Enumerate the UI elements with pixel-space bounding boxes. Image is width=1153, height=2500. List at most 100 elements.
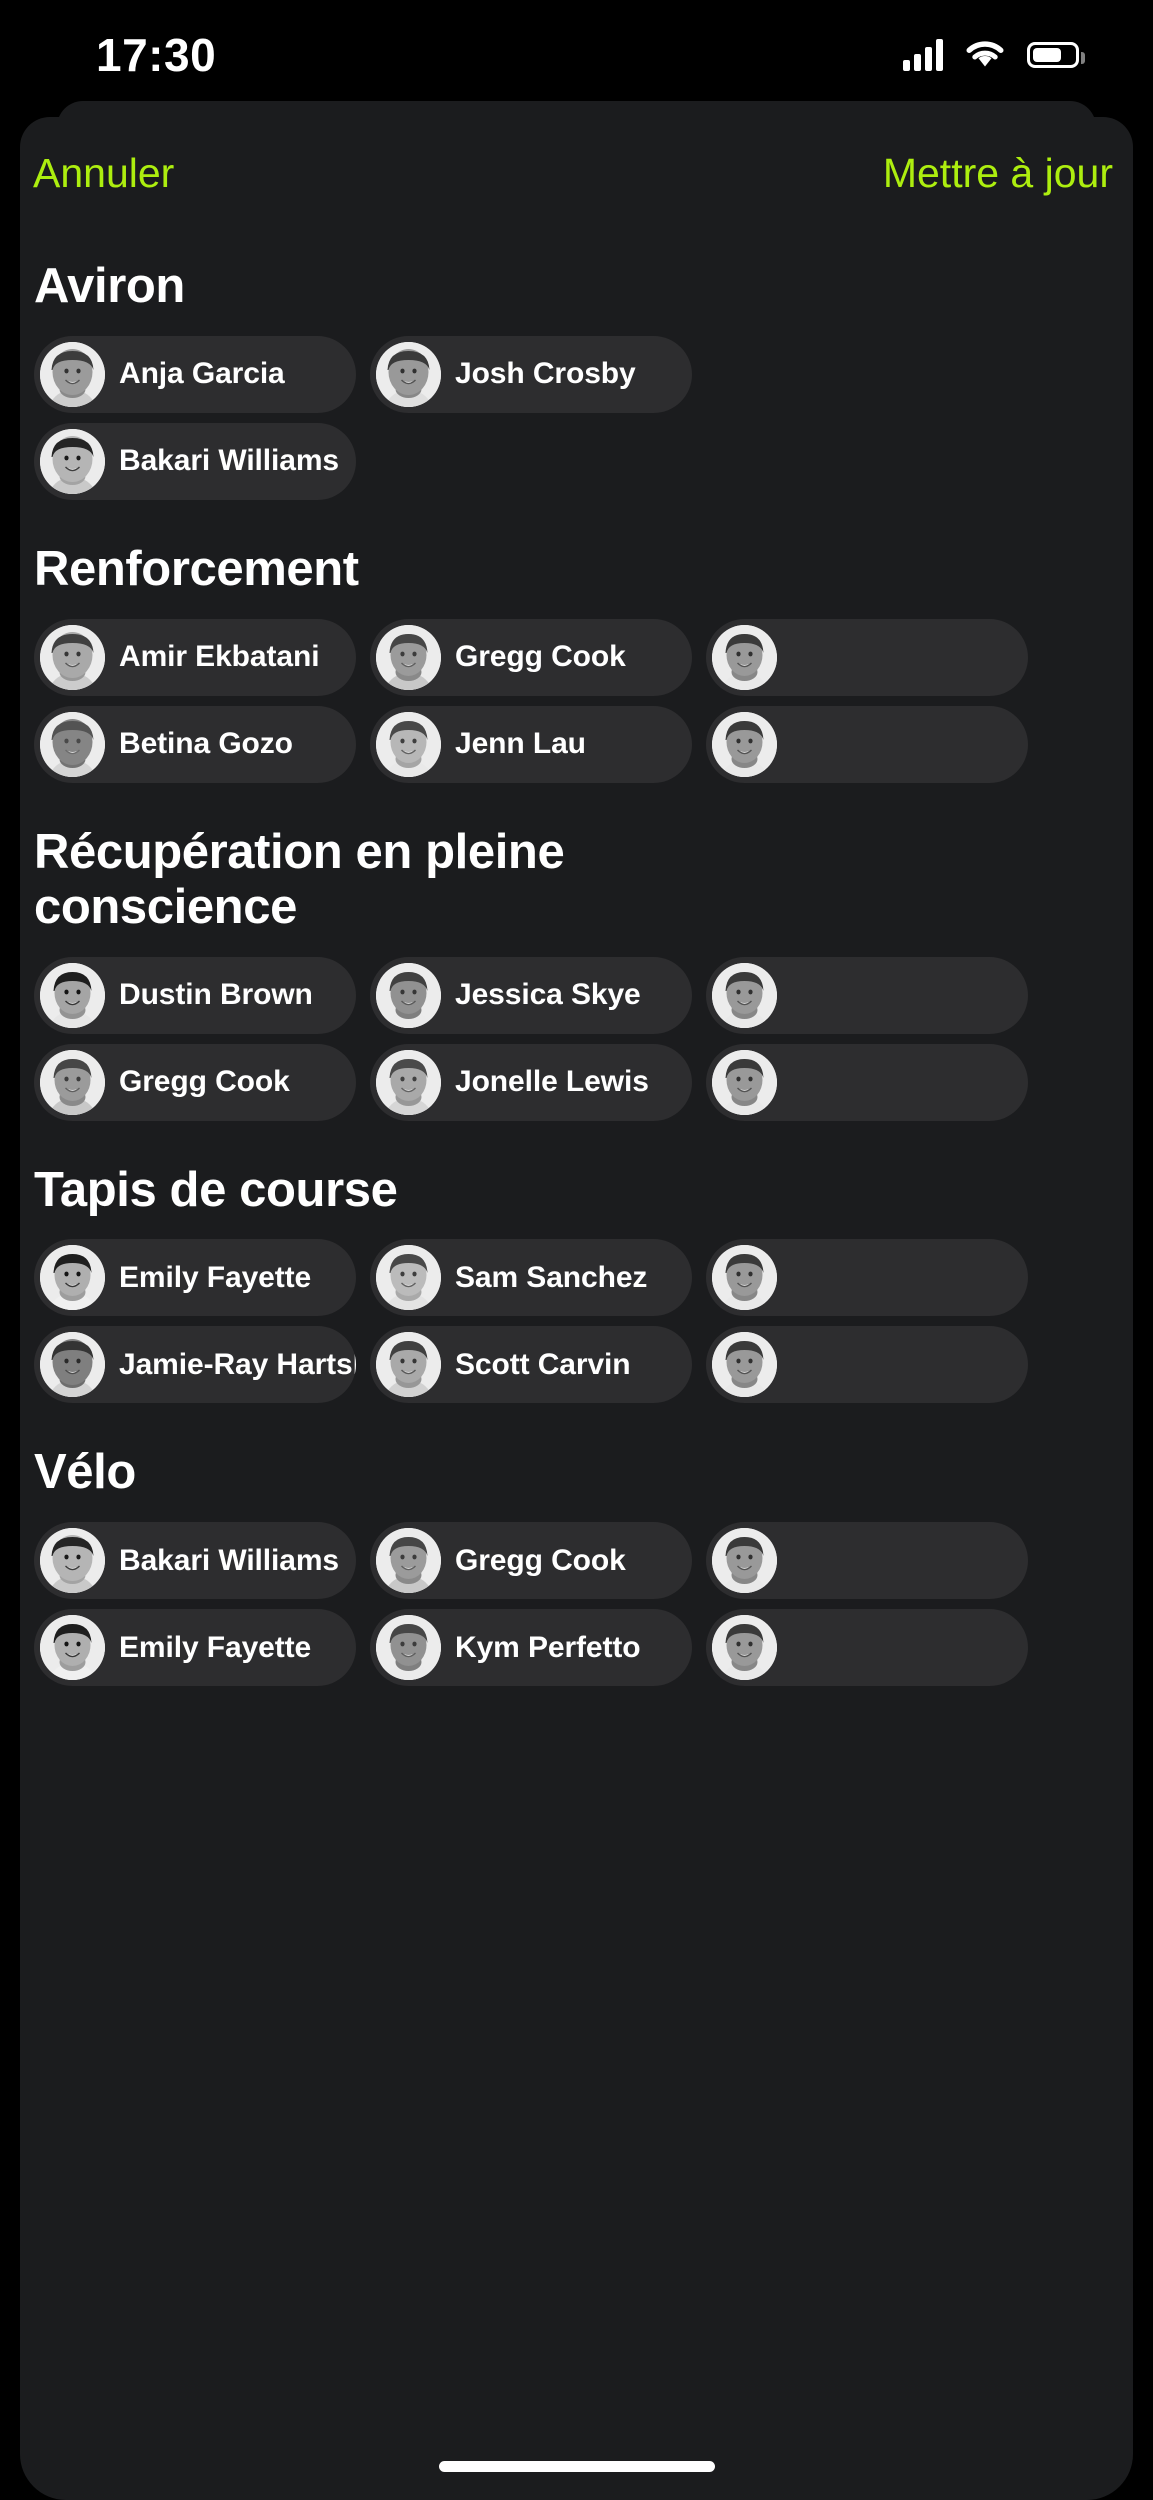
avatar-betina-gozo-icon <box>40 711 105 777</box>
trainer-chip-row: Jamie-Ray Hartshorne Scott Carvin <box>34 1326 1133 1404</box>
avatar-kym-perfetto-icon <box>376 1615 441 1681</box>
avatar-anja-garcia-icon <box>40 341 105 407</box>
trainer-chip[interactable]: Bakari Williams <box>34 422 356 500</box>
cellular-bars-icon <box>903 39 943 71</box>
home-indicator <box>438 2461 715 2472</box>
avatar-partial-icon <box>712 1332 777 1398</box>
trainer-chip-partial[interactable] <box>706 1522 1028 1600</box>
trainer-chip-row: Anja Garcia Josh Crosby <box>34 335 1133 413</box>
trainer-chip[interactable]: Josh Crosby <box>370 335 692 413</box>
trainer-chip-row: Betina Gozo Jenn Lau <box>34 705 1133 783</box>
avatar-gregg-cook-icon <box>376 1528 441 1594</box>
avatar-josh-crosby-icon <box>376 341 441 407</box>
trainer-name: Kym Perfetto <box>455 1630 641 1664</box>
trainer-chip-row: Dustin Brown Jessica Skye <box>34 956 1133 1034</box>
trainer-chip-grid[interactable]: Amir Ekbatani Gregg Cook Betina Gozo Jen… <box>20 618 1133 783</box>
trainer-chip[interactable]: Scott Carvin <box>370 1326 692 1404</box>
avatar-partial-icon <box>712 1528 777 1594</box>
trainer-chip-partial[interactable] <box>706 705 1028 783</box>
discipline-section: Renforcement Amir Ekbatani Gregg Cook Be… <box>20 512 1133 783</box>
trainer-chip-partial[interactable] <box>706 956 1028 1034</box>
trainer-name: Jonelle Lewis <box>455 1065 649 1098</box>
trainer-name: Emily Fayette <box>119 1260 312 1294</box>
update-button[interactable]: Mettre à jour <box>883 152 1113 194</box>
trainer-name: Jenn Lau <box>455 727 586 761</box>
avatar-scott-carvin-icon <box>376 1332 441 1398</box>
avatar-sam-sanchez-icon <box>376 1245 441 1311</box>
trainer-name: Gregg Cook <box>455 1543 626 1577</box>
trainer-chip[interactable]: Gregg Cook <box>34 1043 356 1121</box>
trainer-chip-grid[interactable]: Anja Garcia Josh Crosby Bakari Williams <box>20 335 1133 500</box>
avatar-partial-icon <box>712 1615 777 1681</box>
trainer-name: Betina Gozo <box>119 727 293 761</box>
trainer-name: Josh Crosby <box>455 357 636 391</box>
status-bar-icons <box>903 39 1085 71</box>
trainer-name: Dustin Brown <box>119 978 313 1011</box>
trainer-chip-partial[interactable] <box>706 1239 1028 1317</box>
trainer-chip[interactable]: Bakari Williams <box>34 1522 356 1600</box>
trainer-chip-row: Bakari Williams Gregg Cook <box>34 1522 1133 1600</box>
avatar-bakari-williams-icon <box>40 428 105 494</box>
section-title: Récupération en pleine conscience <box>34 824 565 934</box>
section-title: Renforcement <box>34 541 359 596</box>
avatar-gregg-cook-icon <box>376 624 441 690</box>
avatar-emily-fayette-icon <box>40 1245 105 1311</box>
trainer-chip[interactable]: Kym Perfetto <box>370 1609 692 1687</box>
trainer-chip[interactable]: Sam Sanchez <box>370 1239 692 1317</box>
avatar-amir-ekbatani-icon <box>40 624 105 690</box>
trainer-chip[interactable]: Anja Garcia <box>34 335 356 413</box>
trainer-name: Bakari Williams <box>119 444 339 478</box>
trainer-chip-grid[interactable]: Bakari Williams Gregg Cook Emily Fayette <box>20 1522 1133 1687</box>
trainer-chip-row: Emily Fayette Kym Perfetto <box>34 1609 1133 1687</box>
avatar-jonelle-lewis-icon <box>376 1049 441 1115</box>
cancel-button[interactable]: Annuler <box>33 152 174 194</box>
trainer-chip-row: Gregg Cook Jonelle Lewis <box>34 1043 1133 1121</box>
trainer-chip[interactable]: Jessica Skye <box>370 956 692 1034</box>
avatar-partial-icon <box>712 962 777 1028</box>
trainer-chip[interactable]: Betina Gozo <box>34 705 356 783</box>
avatar-bakari-williams-icon <box>40 1528 105 1594</box>
trainer-chip-row: Bakari Williams <box>34 422 1133 500</box>
trainer-name: Jamie-Ray Hartshorne <box>119 1347 356 1381</box>
trainer-name: Gregg Cook <box>119 1065 290 1098</box>
trainer-chip[interactable]: Amir Ekbatani <box>34 618 356 696</box>
trainer-name: Bakari Williams <box>119 1543 339 1577</box>
trainer-chip-grid[interactable]: Dustin Brown Jessica Skye Gregg Cook Jon… <box>20 956 1133 1121</box>
trainer-name: Gregg Cook <box>455 640 626 674</box>
trainer-chip-partial[interactable] <box>706 1326 1028 1404</box>
trainer-name: Emily Fayette <box>119 1630 312 1664</box>
trainer-name: Scott Carvin <box>455 1347 631 1381</box>
trainer-chip[interactable]: Jonelle Lewis <box>370 1043 692 1121</box>
wifi-icon <box>965 40 1005 70</box>
avatar-partial-icon <box>712 1245 777 1311</box>
avatar-dustin-brown-icon <box>40 962 105 1028</box>
trainer-chip-partial[interactable] <box>706 1609 1028 1687</box>
trainer-chip[interactable]: Gregg Cook <box>370 1522 692 1600</box>
avatar-partial-icon <box>712 624 777 690</box>
trainer-name: Sam Sanchez <box>455 1260 648 1294</box>
trainer-name: Amir Ekbatani <box>119 640 320 674</box>
trainer-name: Jessica Skye <box>455 978 641 1011</box>
trainer-chip-partial[interactable] <box>706 1043 1028 1121</box>
trainer-chip-grid[interactable]: Emily Fayette Sam Sanchez Jamie-Ray Hart… <box>20 1239 1133 1404</box>
avatar-partial-icon <box>712 1049 777 1115</box>
status-bar-clock: 17:30 <box>96 29 217 81</box>
trainer-chip[interactable]: Dustin Brown <box>34 956 356 1034</box>
avatar-jamie-ray-hartshorne-icon <box>40 1332 105 1398</box>
avatar-emily-fayette-icon <box>40 1615 105 1681</box>
sections-scroll-area[interactable]: Aviron Anja Garcia Josh Crosby Bakari Wi… <box>20 229 1133 2500</box>
status-bar: 17:30 <box>0 0 1153 110</box>
trainer-chip[interactable]: Jenn Lau <box>370 705 692 783</box>
battery-icon <box>1027 42 1085 68</box>
trainer-chip[interactable]: Gregg Cook <box>370 618 692 696</box>
trainer-chip[interactable]: Emily Fayette <box>34 1609 356 1687</box>
phone-screen: 17:30 Annuler Mettre à jour Aviron Anja … <box>0 0 1153 2500</box>
section-title: Vélo <box>34 1445 136 1500</box>
trainer-chip[interactable]: Emily Fayette <box>34 1239 356 1317</box>
section-title: Tapis de course <box>34 1162 398 1217</box>
trainer-chip[interactable]: Jamie-Ray Hartshorne <box>34 1326 356 1404</box>
avatar-jenn-lau-icon <box>376 711 441 777</box>
avatar-partial-icon <box>712 711 777 777</box>
trainer-chip-partial[interactable] <box>706 618 1028 696</box>
discipline-section: Aviron Anja Garcia Josh Crosby Bakari Wi… <box>20 229 1133 500</box>
